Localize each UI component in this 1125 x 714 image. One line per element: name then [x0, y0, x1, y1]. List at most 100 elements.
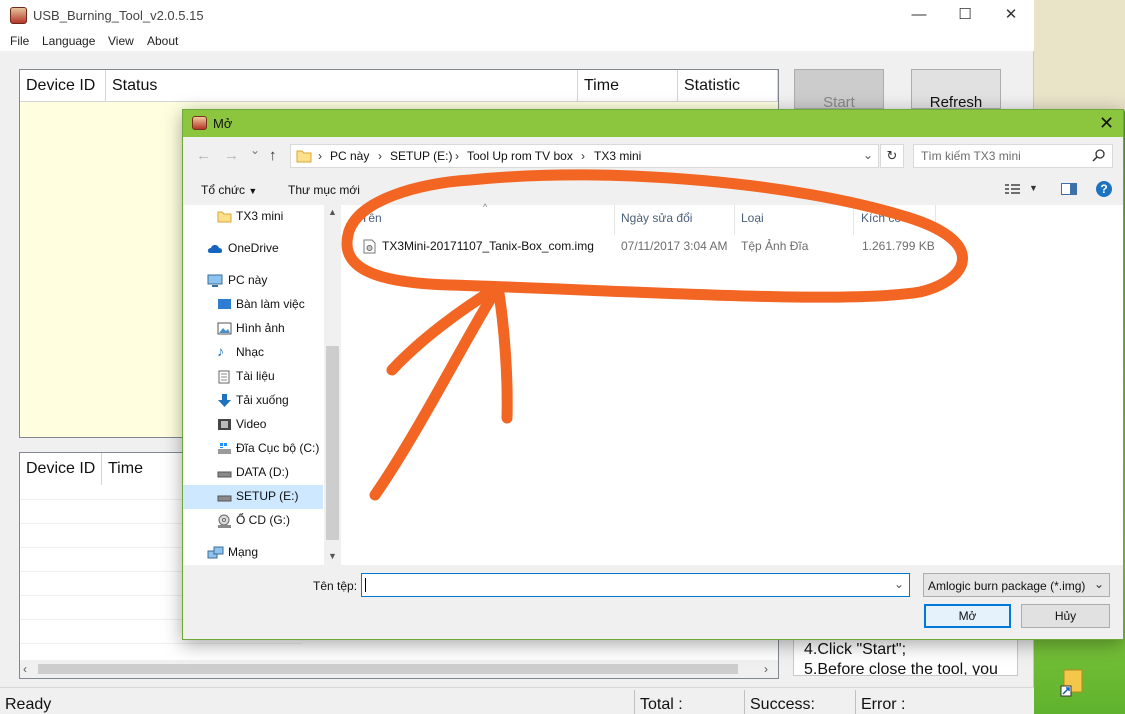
desktop-shortcut-icon[interactable] [1060, 668, 1086, 698]
cancel-button[interactable]: Hủy [1021, 604, 1110, 628]
preview-pane-icon[interactable] [1061, 183, 1077, 195]
column-header-name[interactable]: Tên [361, 211, 382, 225]
filename-input[interactable]: ⌄ [361, 573, 910, 597]
open-file-dialog: Mở ✕ ← → ⌄ ↑ › PC này › SETUP (E:) › Too… [182, 109, 1124, 640]
scroll-thumb[interactable] [38, 664, 738, 674]
cloud-icon [207, 242, 223, 255]
column-header-date-modified[interactable]: Ngày sửa đổi [621, 211, 692, 225]
status-bar: Ready Total : Success: Error : [0, 687, 1034, 714]
forward-arrow-icon[interactable]: → [224, 147, 239, 164]
scroll-right-icon[interactable]: › [764, 662, 768, 676]
breadcrumb-setup-e[interactable]: SETUP (E:) [390, 149, 452, 163]
nav-label: Ổ CD (G:) [236, 513, 290, 527]
file-name: TX3Mini-20171107_Tanix-Box_com.img [382, 239, 594, 253]
menu-bar: File Language View About [0, 31, 1034, 51]
log-row-line [20, 643, 302, 644]
desktop-icon [217, 298, 232, 311]
breadcrumb-pc[interactable]: PC này [330, 149, 369, 163]
nav-item-local-disk-c[interactable]: Đĩa Cục bộ (C:) [183, 437, 323, 461]
cd-drive-icon [217, 514, 232, 528]
nav-label: Nhạc [236, 345, 265, 359]
nav-item-pictures[interactable]: Hình ảnh [183, 317, 323, 341]
scroll-down-icon[interactable]: ▼ [328, 551, 337, 561]
column-divider[interactable] [853, 205, 854, 235]
up-arrow-icon[interactable]: ↑ [269, 147, 277, 164]
search-input[interactable]: Tìm kiếm TX3 mini [913, 144, 1113, 168]
file-list[interactable]: ^ Tên Ngày sửa đổi Loại Kích cỡ TX3Mini-… [341, 202, 1123, 565]
nav-item-data-d[interactable]: DATA (D:) [183, 461, 323, 485]
navigation-scroll-thumb[interactable] [326, 346, 339, 540]
breadcrumb-tool-up-rom[interactable]: Tool Up rom TV box [467, 149, 573, 163]
drive-icon [217, 466, 232, 479]
drive-icon [217, 490, 232, 503]
pictures-icon [217, 322, 232, 335]
close-button[interactable]: ✕ [988, 0, 1034, 31]
recent-locations-chevron-icon[interactable]: ⌄ [250, 143, 260, 157]
navigation-pane[interactable]: TX3 mini OneDrive PC này Bàn làm việc Hì… [183, 205, 339, 565]
downloads-icon [217, 394, 232, 407]
column-divider[interactable] [614, 205, 615, 235]
new-folder-button[interactable]: Thư mục mới [288, 183, 360, 197]
log-header-device-id[interactable]: Device ID [20, 453, 102, 485]
documents-icon [218, 370, 233, 384]
dialog-title: Mở [213, 116, 233, 131]
file-type-filter[interactable]: Amlogic burn package (*.img) ⌄ [923, 573, 1110, 597]
view-dropdown-chevron-icon[interactable]: ▼ [1029, 183, 1038, 193]
column-header-status[interactable]: Status [106, 70, 578, 102]
nav-label: PC này [228, 273, 268, 287]
horizontal-scrollbar[interactable]: ‹ › [20, 660, 778, 678]
nav-item-tx3-mini[interactable]: TX3 mini [183, 205, 323, 229]
nav-item-desktop[interactable]: Bàn làm việc [183, 293, 323, 317]
menu-file[interactable]: File [10, 34, 29, 48]
nav-item-downloads[interactable]: Tải xuống [183, 389, 323, 413]
back-arrow-icon[interactable]: ← [196, 147, 211, 164]
refresh-icon[interactable]: ↻ [880, 144, 904, 168]
open-button[interactable]: Mở [924, 604, 1011, 628]
nav-item-this-pc[interactable]: PC này [183, 269, 323, 293]
address-dropdown-icon[interactable]: ⌄ [863, 148, 873, 162]
column-divider[interactable] [734, 205, 735, 235]
breadcrumb-tx3-mini[interactable]: TX3 mini [594, 149, 641, 163]
network-icon [207, 546, 224, 559]
nav-item-documents[interactable]: Tài liệu [183, 365, 323, 389]
file-size: 1.261.799 KB [862, 239, 935, 253]
computer-icon [207, 274, 223, 287]
filter-value: Amlogic burn package (*.img) [928, 579, 1086, 593]
nav-item-onedrive[interactable]: OneDrive [183, 237, 323, 261]
menu-language[interactable]: Language [42, 34, 95, 48]
nav-label: Mạng [228, 545, 259, 559]
status-separator [634, 690, 635, 714]
organize-button[interactable]: Tổ chức ▼ [201, 183, 257, 197]
column-header-time[interactable]: Time [578, 70, 678, 102]
address-bar[interactable]: › PC này › SETUP (E:) › Tool Up rom TV b… [290, 144, 879, 168]
folder-icon [217, 210, 232, 223]
refresh-button[interactable]: Refresh [911, 69, 1001, 111]
maximize-button[interactable]: ☐ [942, 0, 988, 31]
start-button[interactable]: Start [794, 69, 884, 111]
scroll-up-icon[interactable]: ▲ [328, 207, 337, 217]
nav-item-setup-e[interactable]: SETUP (E:) [183, 485, 323, 509]
column-header-type[interactable]: Loại [741, 211, 764, 225]
nav-item-video[interactable]: Video [183, 413, 323, 437]
scroll-left-icon[interactable]: ‹ [23, 662, 27, 676]
file-row[interactable]: TX3Mini-20171107_Tanix-Box_com.img 07/11… [353, 233, 953, 259]
column-header-device-id[interactable]: Device ID [20, 70, 106, 102]
filename-dropdown-icon[interactable]: ⌄ [894, 577, 904, 591]
column-header-statistic[interactable]: Statistic [678, 70, 778, 102]
nav-item-cd-drive-g[interactable]: Ổ CD (G:) [183, 509, 323, 533]
minimize-button[interactable]: — [896, 0, 942, 31]
video-icon [217, 418, 232, 431]
nav-label: Đĩa Cục bộ (C:) [236, 441, 320, 455]
column-header-size[interactable]: Kích cỡ [861, 211, 902, 225]
column-divider[interactable] [935, 205, 936, 235]
nav-label: Hình ảnh [236, 321, 285, 335]
organize-label: Tổ chức [201, 183, 246, 197]
help-icon[interactable]: ? [1096, 181, 1112, 197]
menu-about[interactable]: About [147, 34, 178, 48]
menu-view[interactable]: View [108, 34, 134, 48]
view-options-icon[interactable] [1004, 182, 1022, 196]
nav-item-music[interactable]: ♪ Nhạc [183, 341, 323, 365]
nav-item-network[interactable]: Mạng [183, 541, 323, 565]
dialog-close-button[interactable]: ✕ [1099, 113, 1114, 134]
search-icon[interactable] [1092, 148, 1106, 162]
